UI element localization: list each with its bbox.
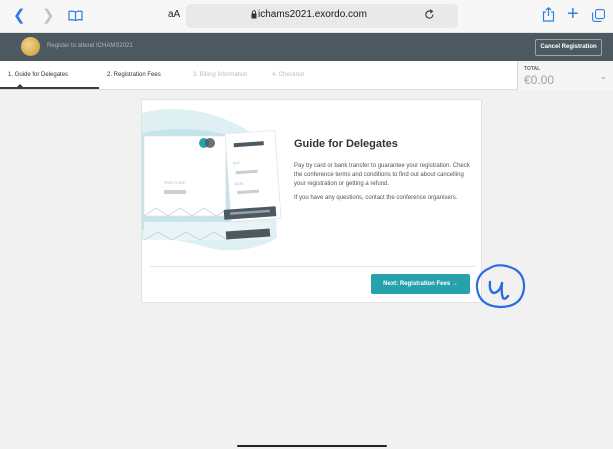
new-tab-icon[interactable]: +	[567, 4, 579, 24]
total-dropdown[interactable]: TOTAL €0.00 ⌄	[517, 61, 613, 90]
step-guide-for-delegates[interactable]: 1. Guide for Delegates	[8, 72, 68, 78]
tabs-icon[interactable]	[592, 9, 605, 22]
bookmarks-icon[interactable]	[68, 10, 83, 21]
handwritten-circle-annotation	[475, 264, 526, 309]
next-registration-fees-button[interactable]: Next: Registration Fees →	[371, 274, 470, 294]
total-label: TOTAL	[524, 66, 541, 72]
svg-text:DATE: DATE	[234, 182, 244, 187]
card-divider	[150, 266, 475, 267]
share-icon[interactable]	[542, 7, 555, 22]
chevron-down-icon[interactable]: ⌄	[600, 72, 607, 81]
conference-logo	[21, 37, 40, 56]
cancel-registration-button[interactable]: Cancel Registration	[535, 39, 602, 56]
step-checkout: 4. Checkout	[272, 72, 305, 78]
step-billing-information: 3. Billing Information	[193, 72, 248, 78]
back-icon[interactable]: ❮	[13, 8, 26, 24]
reload-icon[interactable]	[424, 9, 435, 20]
url-text: ichams2021.exordo.com	[258, 9, 367, 20]
forward-icon[interactable]: ❯	[42, 8, 55, 24]
header-title: Register to attend ICHAMS2021	[47, 43, 133, 49]
card-title: Guide for Delegates	[294, 138, 398, 150]
tickets-illustration: FREE PLATE BOX DATE	[142, 109, 282, 251]
guide-card: FREE PLATE BOX DATE Guide for Delegates …	[141, 99, 482, 303]
steps-bar: 1. Guide for Delegates 2. Registration F…	[0, 61, 613, 90]
active-step-caret	[17, 84, 23, 87]
browser-toolbar: ❮ ❯ aA ichams2021.exordo.com +	[0, 0, 613, 33]
app-header: Register to attend ICHAMS2021 Cancel Reg…	[0, 33, 613, 61]
card-paragraph-terms: Pay by card or bank transfer to guarante…	[294, 163, 470, 187]
step-registration-fees[interactable]: 2. Registration Fees	[107, 72, 161, 78]
total-value: €0.00	[524, 73, 555, 87]
svg-text:FREE PLATE: FREE PLATE	[164, 181, 186, 185]
reader-button[interactable]: aA	[168, 9, 180, 20]
active-step-indicator	[0, 87, 99, 89]
home-indicator	[237, 445, 387, 447]
card-paragraph-contact: If you have any questions, contact the c…	[294, 195, 458, 201]
svg-text:BOX: BOX	[233, 161, 241, 166]
lock-icon	[251, 10, 257, 19]
